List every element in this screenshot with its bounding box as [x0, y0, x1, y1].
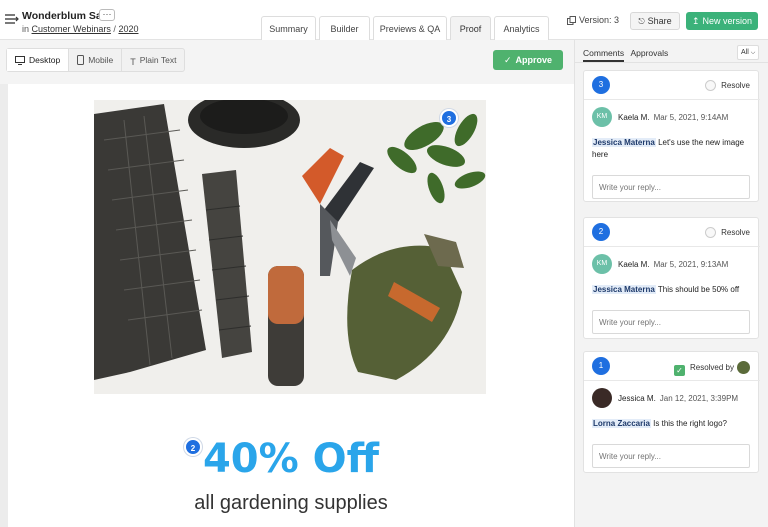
- breadcrumb-prefix: in: [22, 24, 30, 34]
- share-button[interactable]: ⎋ Share: [630, 12, 680, 30]
- new-version-label: New version: [702, 16, 753, 26]
- mention-tag[interactable]: Jessica Materna: [592, 285, 656, 294]
- comment-text: Jessica Materna Let's use the new image …: [592, 137, 752, 161]
- page-title: Wonderblum Sale: [22, 10, 111, 22]
- view-desktop-button[interactable]: Desktop: [7, 49, 70, 71]
- resolve-label: Resolve: [721, 81, 750, 90]
- version-label: Version: 3: [579, 15, 620, 25]
- comment-card-3: 3 Resolve KM Kaela M. Mar 5, 2021, 9:14AM…: [583, 70, 760, 202]
- tab-approvals[interactable]: Approvals: [630, 48, 668, 60]
- mobile-icon: [77, 55, 85, 65]
- view-desktop-label: Desktop: [29, 55, 61, 65]
- comment-number-badge: 2: [592, 223, 610, 241]
- reply-input[interactable]: [592, 175, 750, 199]
- tab-proof[interactable]: Proof: [450, 16, 491, 40]
- comment-body: Is this the right logo?: [653, 419, 727, 428]
- view-mode-toggle: Desktop Mobile T Plain Text: [6, 48, 186, 72]
- author-name: Kaela M.: [618, 260, 650, 269]
- card-divider: [584, 380, 760, 381]
- comments-panel: Comments Approvals All ⌵ 3 Resolve KM Kae…: [574, 40, 768, 527]
- email-preview-canvas: 3 2 40% Off all gardening supplies: [0, 84, 574, 527]
- comment-number-badge: 1: [592, 357, 610, 375]
- tab-previews-qa[interactable]: Previews & QA: [373, 16, 447, 40]
- card-divider: [584, 246, 760, 247]
- gardening-tools-image[interactable]: 3: [94, 100, 486, 394]
- breadcrumb-year-link[interactable]: 2020: [118, 24, 138, 34]
- approve-button[interactable]: ✓ Approve: [493, 50, 563, 70]
- resolve-toggle[interactable]: Resolve: [705, 227, 750, 238]
- comment-number-badge: 3: [592, 76, 610, 94]
- tab-comments[interactable]: Comments: [583, 48, 625, 62]
- avatar: [592, 388, 612, 408]
- email-subheadline: all gardening supplies: [194, 492, 388, 514]
- comment-timestamp: Mar 5, 2021, 9:13AM: [653, 260, 729, 269]
- desktop-icon: [15, 56, 25, 65]
- resolve-circle-icon: [705, 227, 717, 238]
- card-divider: [584, 99, 760, 100]
- breadcrumb-separator: /: [113, 24, 116, 34]
- upload-icon: ↥: [691, 16, 700, 26]
- tab-analytics[interactable]: Analytics: [494, 16, 549, 40]
- avatar: KM: [592, 107, 612, 127]
- reply-input[interactable]: [592, 444, 750, 468]
- panel-tabs: Comments Approvals: [583, 48, 672, 62]
- email-preview: 3 2 40% Off all gardening supplies: [8, 84, 574, 527]
- share-label: Share: [647, 16, 672, 26]
- mention-tag[interactable]: Lorna Zaccaria: [592, 419, 651, 428]
- avatar: KM: [592, 254, 612, 274]
- view-plain-text-button[interactable]: T Plain Text: [122, 49, 184, 71]
- breadcrumb-folder-link[interactable]: Customer Webinars: [32, 24, 111, 34]
- tab-summary[interactable]: Summary: [261, 16, 316, 40]
- comment-filter-select[interactable]: All ⌵: [737, 45, 759, 60]
- resolve-toggle[interactable]: Resolve: [705, 80, 750, 91]
- checkbox-checked-icon: ✓: [673, 365, 685, 376]
- comment-timestamp: Mar 5, 2021, 9:14AM: [653, 113, 729, 122]
- chevron-down-icon: ⌵: [750, 50, 756, 56]
- comment-card-1: 1 ✓ Resolved by Jessica M. Jan 12, 2021, 3…: [583, 351, 760, 473]
- share-icon: ⎋: [638, 17, 645, 26]
- reply-input[interactable]: [592, 310, 750, 334]
- panel-tabs-divider: [575, 62, 768, 63]
- check-circle-icon: ✓: [503, 55, 512, 65]
- comment-card-2: 2 Resolve KM Kaela M. Mar 5, 2021, 9:13AM…: [583, 217, 760, 339]
- comment-author: Kaela M. Mar 5, 2021, 9:14AM: [618, 113, 728, 122]
- new-version-button[interactable]: ↥ New version: [686, 12, 758, 30]
- comment-filter-value: All: [741, 49, 749, 56]
- comment-author: Jessica M. Jan 12, 2021, 3:39PM: [618, 394, 738, 403]
- top-header: Wonderblum Sale ··· in Customer Webinars…: [0, 0, 768, 40]
- resolved-by-label: Resolved by: [689, 363, 734, 372]
- more-options-button[interactable]: ···: [99, 9, 115, 21]
- tab-builder[interactable]: Builder: [319, 16, 370, 40]
- mention-tag[interactable]: Jessica Materna: [592, 138, 656, 147]
- view-plain-text-label: Plain Text: [139, 55, 177, 65]
- author-name: Kaela M.: [618, 113, 650, 122]
- author-name: Jessica M.: [618, 394, 656, 403]
- approve-label: Approve: [515, 55, 553, 65]
- resolve-label: Resolve: [721, 228, 750, 237]
- version-indicator[interactable]: Version: 3: [567, 15, 619, 25]
- text-icon: T: [130, 57, 136, 67]
- comment-pin-3[interactable]: 3: [440, 109, 458, 127]
- comment-text: Jessica Materna This should be 50% off: [592, 284, 752, 296]
- main-tabs: Summary Builder Previews & QA Proof Anal…: [261, 16, 552, 40]
- collapse-menu-icon[interactable]: [4, 11, 20, 27]
- email-headline: 40% Off: [202, 436, 380, 482]
- copy-icon: [567, 16, 576, 25]
- resolved-status[interactable]: ✓ Resolved by: [673, 361, 750, 376]
- comment-text: Lorna Zaccaria Is this the right logo?: [592, 418, 752, 430]
- view-mobile-button[interactable]: Mobile: [69, 49, 123, 71]
- comment-author: Kaela M. Mar 5, 2021, 9:13AM: [618, 260, 728, 269]
- comment-timestamp: Jan 12, 2021, 3:39PM: [659, 394, 739, 403]
- view-mobile-label: Mobile: [88, 55, 114, 65]
- resolver-avatar: [737, 361, 750, 374]
- breadcrumb: in Customer Webinars / 2020: [22, 24, 138, 34]
- comment-body: This should be 50% off: [657, 285, 740, 294]
- gardening-tools-illustration: [94, 100, 486, 394]
- preview-toolbar: Desktop Mobile T Plain Text ✓ Approve: [0, 40, 574, 84]
- resolve-circle-icon: [705, 80, 717, 91]
